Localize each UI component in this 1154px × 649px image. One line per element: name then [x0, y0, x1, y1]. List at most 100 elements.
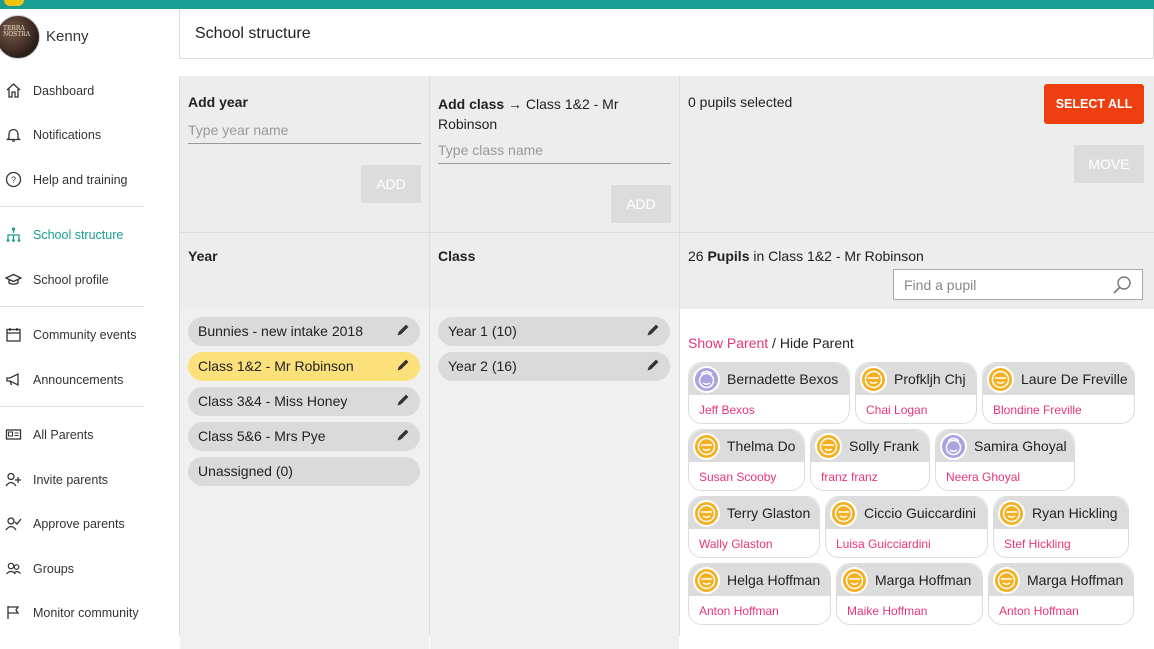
parent-name-link[interactable]: Maike Hoffman — [847, 604, 927, 618]
parent-name-link[interactable]: Chai Logan — [866, 403, 927, 417]
pupil-card[interactable]: Ryan Hickling Stef Hickling — [993, 496, 1129, 558]
sidebar-item-label: Invite parents — [33, 473, 109, 487]
parent-name-link[interactable]: Luisa Guicciardini — [836, 537, 931, 551]
pupil-card[interactable]: Marga Hoffman Maike Hoffman — [836, 563, 983, 625]
parent-name-link[interactable]: Anton Hoffman — [999, 604, 1079, 618]
sidebar-item-notifications[interactable]: Notifications — [0, 123, 160, 147]
parent-name-link[interactable]: Jeff Bexos — [699, 403, 755, 417]
sidebar-item-label: Announcements — [33, 373, 124, 387]
add-year-button[interactable]: ADD — [361, 165, 421, 203]
pupil-card[interactable]: Samira Ghoyal Neera Ghoyal — [935, 429, 1075, 491]
add-class-button[interactable]: ADD — [611, 185, 671, 223]
hierarchy-icon — [6, 227, 21, 242]
year-item-label: Bunnies - new intake 2018 — [198, 323, 363, 339]
sidebar-item-dashboard[interactable]: Dashboard — [0, 79, 160, 103]
sidebar-item-school-profile[interactable]: School profile — [0, 268, 160, 292]
app-logo[interactable] — [4, 0, 24, 6]
pencil-icon[interactable] — [396, 323, 410, 337]
pupil-avatar-icon — [693, 366, 720, 393]
parent-name-link[interactable]: franz franz — [821, 470, 878, 484]
year-item-label: Class 1&2 - Mr Robinson — [198, 358, 354, 374]
pupil-card[interactable]: Marga Hoffman Anton Hoffman — [988, 563, 1134, 625]
year-item[interactable]: Unassigned (0) — [188, 457, 420, 486]
year-item[interactable]: Class 1&2 - Mr Robinson — [188, 352, 420, 381]
year-column: Add year Type year name ADD Year Bunnies… — [179, 76, 429, 649]
top-bar — [0, 0, 1154, 9]
sidebar-item-label: School profile — [33, 273, 109, 287]
search-icon[interactable] — [1112, 275, 1132, 295]
pupil-avatar-icon — [998, 500, 1025, 527]
user-profile[interactable]: TERRA NOSTRA Kenny — [0, 15, 160, 59]
sidebar-item-community-events[interactable]: Community events — [0, 323, 160, 347]
sidebar-item-invite-parents[interactable]: Invite parents — [0, 468, 160, 492]
move-button[interactable]: MOVE — [1074, 145, 1144, 183]
megaphone-icon — [6, 372, 19, 387]
divider — [430, 232, 679, 233]
sidebar-item-label: Groups — [33, 562, 74, 576]
bell-icon — [5, 128, 22, 142]
pupil-avatar-icon — [841, 567, 868, 594]
nav-divider — [0, 206, 144, 207]
pupil-card[interactable]: Profkljh Chj Chai Logan — [855, 362, 977, 424]
year-header: Year — [188, 248, 218, 264]
pupil-name: Ciccio Guiccardini — [864, 505, 977, 521]
pupil-card[interactable]: Ciccio Guiccardini Luisa Guicciardini — [825, 496, 988, 558]
class-item[interactable]: Year 2 (16) — [438, 352, 670, 381]
select-all-button[interactable]: SELECT ALL — [1044, 84, 1144, 124]
pupil-name: Solly Frank — [849, 438, 920, 454]
sidebar-item-monitor-community[interactable]: Monitor community — [0, 601, 160, 625]
parent-name-link[interactable]: Susan Scooby — [699, 470, 776, 484]
year-item-label: Class 5&6 - Mrs Pye — [198, 428, 326, 444]
parent-name-link[interactable]: Anton Hoffman — [699, 604, 779, 618]
page-title: School structure — [195, 25, 311, 42]
pupil-card[interactable]: Laure De Freville Blondine Freville — [982, 362, 1135, 424]
pupil-card[interactable]: Helga Hoffman Anton Hoffman — [688, 563, 831, 625]
pencil-icon[interactable] — [396, 428, 410, 442]
pupil-name: Profkljh Chj — [894, 371, 966, 387]
parent-name-link[interactable]: Stef Hickling — [1004, 537, 1071, 551]
sidebar-item-school-structure[interactable]: School structure — [0, 223, 160, 247]
hide-parent-link[interactable]: Hide Parent — [780, 335, 854, 351]
parent-name-link[interactable]: Blondine Freville — [993, 403, 1082, 417]
mortarboard-icon — [5, 273, 22, 285]
year-item[interactable]: Class 5&6 - Mrs Pye — [188, 422, 420, 451]
sidebar-item-groups[interactable]: Groups — [0, 557, 160, 581]
sidebar-item-label: Community events — [33, 328, 137, 342]
year-name-input[interactable]: Type year name — [188, 118, 421, 144]
parent-name-link[interactable]: Wally Glaston — [699, 537, 773, 551]
home-icon — [6, 83, 21, 98]
class-item-label: Year 1 (10) — [448, 323, 517, 339]
sidebar-item-all-parents[interactable]: All Parents — [0, 423, 160, 447]
show-parent-link[interactable]: Show Parent — [688, 335, 768, 351]
pupil-name: Marga Hoffman — [1027, 572, 1124, 588]
parent-name-link[interactable]: Neera Ghoyal — [946, 470, 1020, 484]
arrow-icon: → — [508, 96, 523, 112]
pencil-icon[interactable] — [396, 358, 410, 372]
pencil-icon[interactable] — [396, 393, 410, 407]
sidebar-item-announcements[interactable]: Announcements — [0, 368, 160, 392]
search-input[interactable]: Find a pupil — [904, 277, 976, 293]
pupil-avatar-icon — [693, 567, 720, 594]
pupil-card[interactable]: Thelma Do Susan Scooby — [688, 429, 805, 491]
sidebar: TERRA NOSTRA Kenny Dashboard Notification… — [0, 9, 160, 620]
pupil-card[interactable]: Terry Glaston Wally Glaston — [688, 496, 820, 558]
pupil-search[interactable]: Find a pupil — [893, 269, 1143, 300]
pupil-avatar-icon — [815, 433, 842, 460]
sidebar-item-help[interactable]: ? Help and training — [0, 168, 160, 192]
sidebar-item-approve-parents[interactable]: Approve parents — [0, 512, 160, 536]
class-name-input[interactable]: Type class name — [438, 138, 671, 164]
pupil-avatar-icon — [987, 366, 1014, 393]
year-item[interactable]: Class 3&4 - Miss Honey — [188, 387, 420, 416]
divider — [180, 232, 429, 233]
year-item[interactable]: Bunnies - new intake 2018 — [188, 317, 420, 346]
avatar-logo-text: TERRA NOSTRA — [3, 25, 31, 38]
sidebar-item-label: All Parents — [33, 428, 94, 442]
pencil-icon[interactable] — [646, 323, 660, 337]
add-class-label: Add class → Class 1&2 - Mr Robinson — [438, 96, 619, 132]
pupil-card[interactable]: Bernadette Bexos Jeff Bexos — [688, 362, 850, 424]
pupil-card[interactable]: Solly Frank franz franz — [810, 429, 930, 491]
sidebar-item-label: Help and training — [33, 173, 128, 187]
class-item[interactable]: Year 1 (10) — [438, 317, 670, 346]
pencil-icon[interactable] — [646, 358, 660, 372]
pupil-name: Thelma Do — [727, 438, 796, 454]
